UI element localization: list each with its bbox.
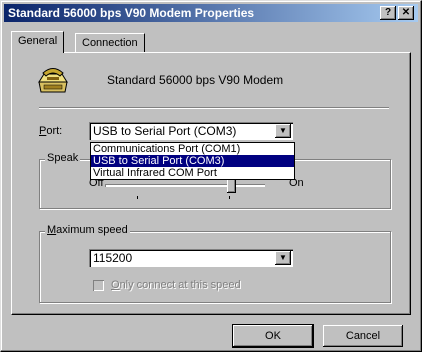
ok-button[interactable]: OK [232, 324, 314, 348]
tab-connection-label: Connection [82, 37, 138, 49]
only-connect-label-rest: nly connect at this speed [119, 279, 241, 291]
maximum-speed-group [39, 231, 391, 303]
maximum-speed-value: 115200 [93, 251, 133, 265]
tab-connection[interactable]: Connection [75, 33, 145, 52]
chevron-down-icon[interactable]: ▼ [275, 251, 291, 265]
separator [39, 107, 389, 109]
modem-phone-icon [38, 68, 68, 93]
window-title: Standard 56000 bps V90 Modem Properties [8, 6, 255, 20]
maximum-speed-accel: M [47, 224, 57, 236]
port-select-value: USB to Serial Port (COM3) [93, 124, 237, 138]
only-connect-checkbox[interactable] [93, 280, 104, 291]
cancel-button-label: Cancel [345, 330, 381, 342]
speaker-volume-track[interactable] [105, 184, 265, 187]
close-button[interactable]: ✕ [398, 6, 414, 20]
ok-button-label: OK [265, 330, 281, 342]
port-label-rest: ort: [46, 125, 63, 137]
only-connect-accel: O [111, 279, 120, 291]
help-button[interactable]: ? [380, 6, 396, 20]
port-option-com1[interactable]: Communications Port (COM1) [91, 143, 294, 155]
maximum-speed-legend-rest: aximum speed [56, 224, 128, 236]
speaker-volume-legend: Speak [45, 152, 81, 164]
port-option-infrared[interactable]: Virtual Infrared COM Port [91, 167, 294, 179]
maximum-speed-legend: Maximum speed [45, 224, 130, 236]
port-option-com3[interactable]: USB to Serial Port (COM3) [91, 155, 294, 167]
maximum-speed-select[interactable]: 115200 ▼ [89, 249, 293, 267]
port-dropdown-list[interactable]: Communications Port (COM1) USB to Serial… [90, 142, 295, 180]
tab-general-label: General [18, 35, 58, 47]
port-select[interactable]: USB to Serial Port (COM3) ▼ [89, 122, 293, 140]
properties-dialog: Standard 56000 bps V90 Modem Properties … [0, 0, 422, 352]
tab-general[interactable]: General [11, 31, 65, 53]
chevron-down-icon[interactable]: ▼ [275, 124, 291, 138]
only-connect-label: Only connect at this speed [111, 279, 241, 291]
slider-tick [137, 196, 138, 199]
title-bar[interactable]: Standard 56000 bps V90 Modem Properties … [4, 4, 418, 22]
port-label: Port: [39, 125, 62, 137]
cancel-button[interactable]: Cancel [323, 325, 403, 347]
slider-tick [229, 196, 230, 199]
device-name: Standard 56000 bps V90 Modem [107, 73, 284, 87]
